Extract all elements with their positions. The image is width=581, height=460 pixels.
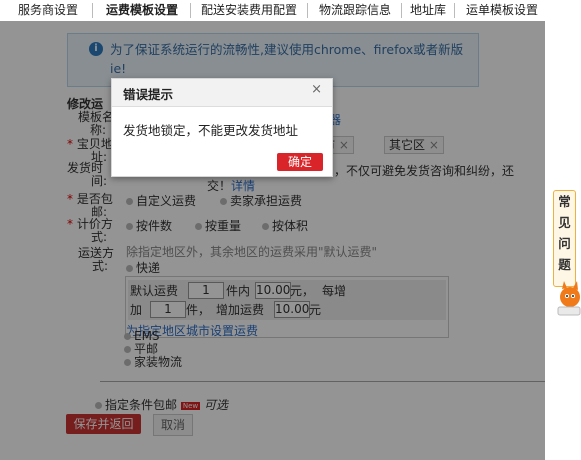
tab-installation-fee[interactable]: 配送安装费用配置 xyxy=(195,1,303,20)
tab-divider xyxy=(307,3,308,18)
error-dialog: 错误提示 × 发货地锁定，不能更改发货地址 确定 xyxy=(111,78,333,177)
tab-waybill-template[interactable]: 运单模板设置 xyxy=(460,1,544,20)
tab-logistics-tracking[interactable]: 物流跟踪信息 xyxy=(313,1,397,20)
close-icon[interactable]: × xyxy=(311,82,322,97)
dialog-header: 错误提示 × xyxy=(112,79,332,107)
confirm-button[interactable]: 确定 xyxy=(277,153,323,171)
tab-divider xyxy=(92,3,93,18)
tab-address-library[interactable]: 地址库 xyxy=(406,1,450,20)
faq-tab[interactable]: 常 见 问 题 xyxy=(553,190,576,287)
tab-divider xyxy=(190,3,191,18)
tab-service-provider[interactable]: 服务商设置 xyxy=(8,1,88,20)
tab-shipping-template[interactable]: 运费模板设置 xyxy=(98,1,186,20)
dialog-message: 发货地锁定，不能更改发货地址 xyxy=(123,123,299,138)
tab-divider xyxy=(401,3,402,18)
dialog-title: 错误提示 xyxy=(123,87,174,102)
tab-divider xyxy=(454,3,455,18)
right-sidebar: 常 见 问 题 xyxy=(545,21,581,460)
top-tab-bar: 服务商设置 运费模板设置 配送安装费用配置 物流跟踪信息 地址库 运单模板设置 xyxy=(0,0,581,21)
mascot-icon xyxy=(557,281,581,316)
